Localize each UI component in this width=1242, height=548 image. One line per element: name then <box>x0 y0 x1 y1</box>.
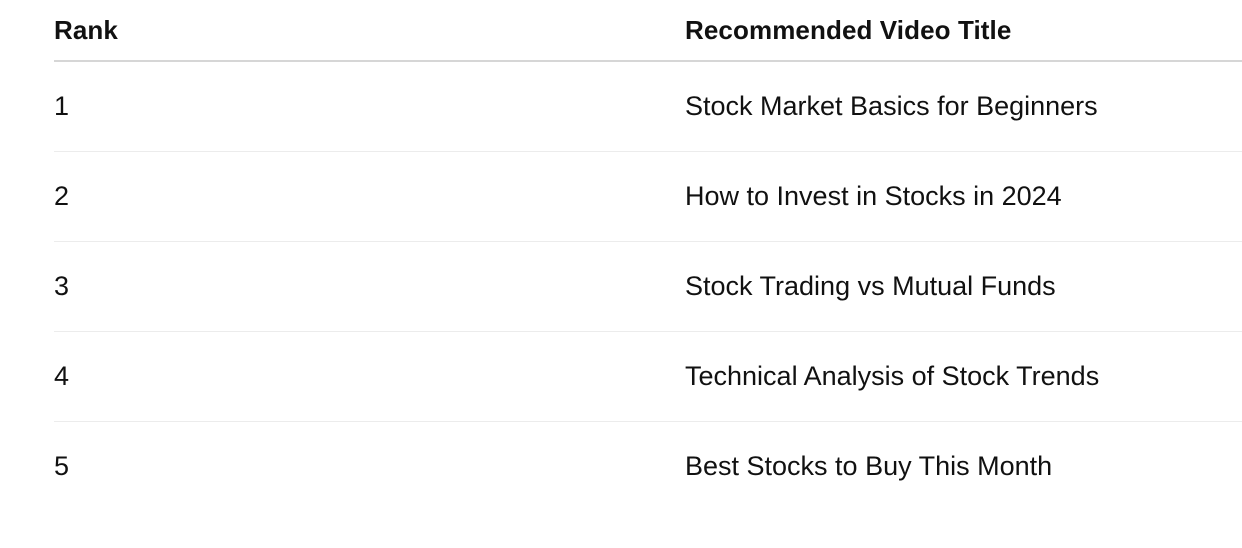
table-body: 1 Stock Market Basics for Beginners 2 Ho… <box>54 61 1242 511</box>
video-title-cell: How to Invest in Stocks in 2024 <box>685 151 1242 242</box>
table-row: 5 Best Stocks to Buy This Month <box>54 422 1242 512</box>
rank-cell: 2 <box>54 151 685 242</box>
recommendations-table: Rank Recommended Video Title 1 Stock Mar… <box>54 0 1242 511</box>
header-row: Rank Recommended Video Title <box>54 0 1242 62</box>
rank-cell: 4 <box>54 331 685 422</box>
video-title-cell: Technical Analysis of Stock Trends <box>685 331 1242 422</box>
rank-cell: 5 <box>54 451 70 481</box>
column-header-rank: Rank <box>54 0 685 62</box>
video-title-cell: Best Stocks to Buy This Month <box>685 451 1053 481</box>
table-row: 2 How to Invest in Stocks in 2024 <box>54 151 1242 242</box>
recommendations-table-container: Rank Recommended Video Title 1 Stock Mar… <box>54 0 1242 511</box>
video-title-cell: Stock Market Basics for Beginners <box>685 61 1242 152</box>
rank-cell: 3 <box>54 241 685 332</box>
rank-cell: 1 <box>54 61 685 152</box>
table-row: 3 Stock Trading vs Mutual Funds <box>54 241 1242 332</box>
table-row: 1 Stock Market Basics for Beginners <box>54 61 1242 152</box>
column-header-title: Recommended Video Title <box>685 0 1242 62</box>
video-title-cell: Stock Trading vs Mutual Funds <box>685 241 1242 332</box>
table-header: Rank Recommended Video Title <box>54 0 1242 62</box>
table-row: 4 Technical Analysis of Stock Trends <box>54 331 1242 422</box>
